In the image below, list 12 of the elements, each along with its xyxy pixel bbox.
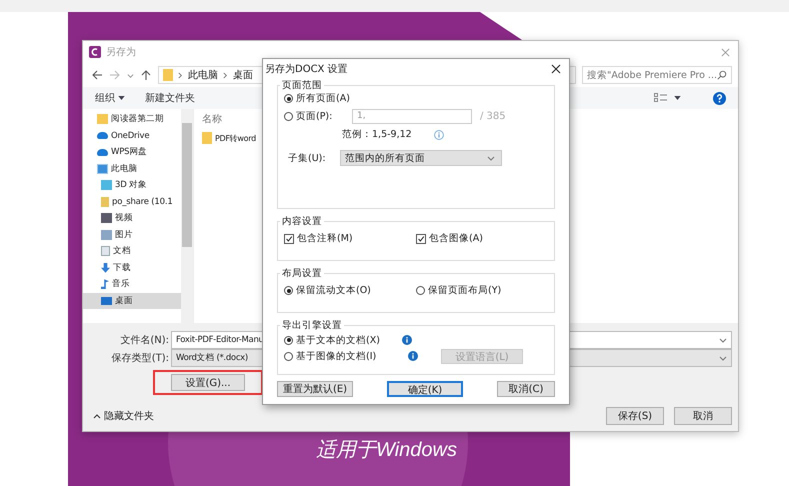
group-label: 导出引擎设置 [282, 320, 342, 331]
file-type-label: 保存类型(T): [110, 352, 170, 365]
page-total: / 385 [480, 111, 506, 122]
dialog-title: 另存为DOCX 设置 [265, 62, 348, 76]
example-text: 范例：1,5-9,12 [342, 128, 412, 141]
group-label: 内容设置 [282, 216, 322, 227]
subset-label: 子集(U): [288, 152, 327, 164]
group-label: 布局设置 [282, 268, 322, 279]
file-name-label: 文件名(N): [119, 334, 170, 347]
group-label: 页面范围 [282, 80, 322, 91]
banner-caption: 适用于Windows [316, 438, 457, 463]
window-title: 另存为 [106, 46, 136, 59]
